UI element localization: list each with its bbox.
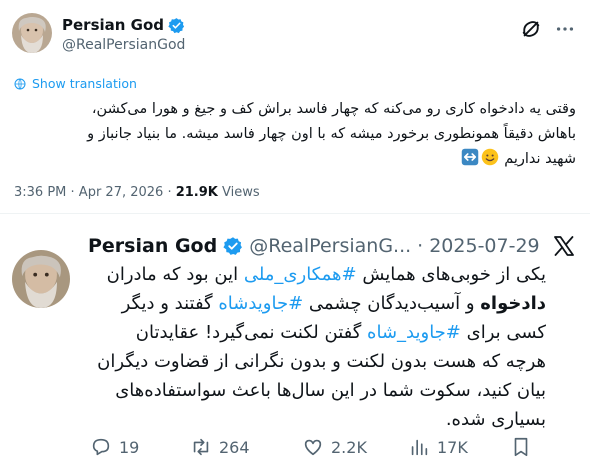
quoted-text-line: یکی از خوبی‌های همایش #همکاری_ملی این بو… <box>84 260 546 289</box>
globe-icon <box>14 78 26 89</box>
quoted-author-handle[interactable]: @RealPersianG... <box>249 235 411 257</box>
author-avatar[interactable] <box>12 13 52 53</box>
quoted-author-avatar[interactable] <box>12 250 70 308</box>
quoted-text-line: کسی برای #جاوید_شاه گفتن لکنت نمی‌گیرد! … <box>84 318 546 347</box>
quoted-date[interactable]: 2025-07-29 <box>429 235 539 257</box>
post-text-line: شهید نداریم <box>14 147 576 172</box>
left-right-arrow-emoji-icon <box>461 148 478 166</box>
repost-button[interactable]: 264 <box>190 436 250 458</box>
quoted-text-segment: کسی برای <box>460 322 546 343</box>
post-views-count[interactable]: 21.9K <box>176 185 218 200</box>
hashtag-link[interactable]: #جاوید_شاه <box>367 322 461 343</box>
divider <box>0 213 590 214</box>
post-meta: 3:36 PM · Apr 27, 2026 · 21.9K Views <box>14 185 260 200</box>
reply-count: 19 <box>119 437 140 457</box>
bookmark-icon <box>514 437 528 457</box>
show-translation-label: Show translation <box>32 76 137 91</box>
grok-icon[interactable] <box>520 18 542 40</box>
post-date[interactable]: Apr 27, 2026 <box>79 185 164 200</box>
reply-icon <box>92 438 110 456</box>
quoted-text: یکی از خوبی‌های همایش #همکاری_ملی این بو… <box>84 260 546 434</box>
smile-emoji-icon <box>481 148 498 166</box>
quoted-text-segment: این بود که مادران <box>106 264 244 285</box>
action-bar: 19 264 2.2K 17K <box>90 436 530 462</box>
views-icon <box>411 439 428 456</box>
post-views-label: Views <box>222 185 260 200</box>
views-count: 17K <box>437 437 468 457</box>
author-block: Persian God @RealPersianGod <box>62 16 185 53</box>
meta-separator: · <box>70 185 79 200</box>
post-time[interactable]: 3:36 PM <box>14 185 66 200</box>
repost-count: 264 <box>219 437 250 457</box>
views-button[interactable]: 17K <box>408 436 468 458</box>
hashtag-link[interactable]: #جاویدشاه <box>218 293 303 314</box>
more-icon[interactable] <box>554 18 576 40</box>
post-text-line: وقتی یه دادخواه کاری رو می‌کنه که چهار ف… <box>91 101 576 117</box>
post-text: وقتی یه دادخواه کاری رو می‌کنه که چهار ف… <box>14 97 576 172</box>
meta-separator: · <box>167 185 176 200</box>
post-header: Persian God @RealPersianGod <box>12 10 578 60</box>
quoted-text-bold: دادخواه <box>480 293 546 314</box>
like-button[interactable]: 2.2K <box>302 436 367 458</box>
quoted-author-name[interactable]: Persian God <box>88 235 217 257</box>
quoted-text-line: بسیاری شده. <box>445 409 546 430</box>
author-handle[interactable]: @RealPersianGod <box>62 37 185 53</box>
quoted-text-segment: یکی از خوبی‌های همایش <box>356 264 546 285</box>
quoted-text-line: دادخواه و آسیب‌دیدگان چشمی #جاویدشاه گفت… <box>84 289 546 318</box>
repost-icon <box>193 438 209 456</box>
show-translation-link[interactable]: Show translation <box>14 76 137 91</box>
like-icon <box>304 439 322 456</box>
post-text-line: باهاش دقیقاً همونطوری برخورد میشه که با … <box>87 126 576 142</box>
quoted-text-segment: گفتن لکنت نمی‌گیرد! عقایدتان <box>135 322 368 343</box>
quoted-text-segment: و آسیب‌دیدگان چشمی <box>303 293 481 314</box>
like-count: 2.2K <box>331 437 367 457</box>
reply-button[interactable]: 19 <box>90 436 139 458</box>
verified-badge-icon <box>168 17 185 33</box>
quoted-text-line: هرچه که هست بدون لکنت و بدون نگرانی از ق… <box>97 351 546 372</box>
quoted-text-segment: گفتند و دیگر <box>121 293 219 314</box>
verified-badge-icon <box>223 237 243 255</box>
hashtag-link[interactable]: #همکاری_ملی <box>244 264 357 285</box>
post-text-segment: شهید نداریم <box>504 151 576 167</box>
author-name[interactable]: Persian God <box>62 16 164 34</box>
quoted-header: Persian God @RealPersianG... · 2025-07-2… <box>88 231 578 261</box>
x-logo-icon <box>554 236 574 256</box>
quoted-separator: · <box>417 235 424 257</box>
quoted-text-line: بیان کنید، سکوت شما در این سال‌ها باعث س… <box>115 380 546 401</box>
bookmark-button[interactable] <box>510 436 532 458</box>
